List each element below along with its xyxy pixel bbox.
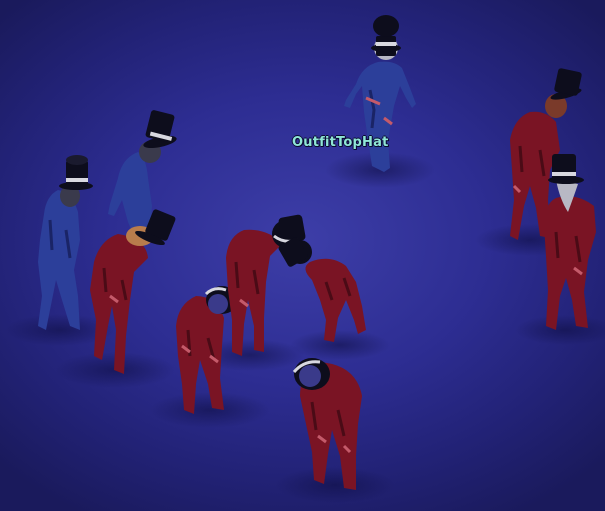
ground-shadow — [275, 467, 395, 503]
zombie-red-bent-right[interactable] — [277, 236, 366, 342]
ground-shadow — [150, 392, 270, 428]
outfit-label: OutfitTopHat — [292, 135, 389, 150]
zombie-group — [5, 15, 605, 503]
top-hat-icon — [552, 154, 576, 180]
ground-shadow — [515, 315, 605, 345]
top-hat-icon — [554, 68, 582, 96]
zombie-red-reaching[interactable] — [226, 214, 306, 356]
zombie-red-bent-left[interactable] — [90, 209, 176, 374]
ground-shadow — [290, 330, 390, 360]
zombie-blue-left[interactable] — [38, 155, 93, 330]
game-viewport[interactable]: OutfitTopHat — [0, 0, 605, 511]
zombie-red-far-right[interactable] — [544, 154, 596, 330]
